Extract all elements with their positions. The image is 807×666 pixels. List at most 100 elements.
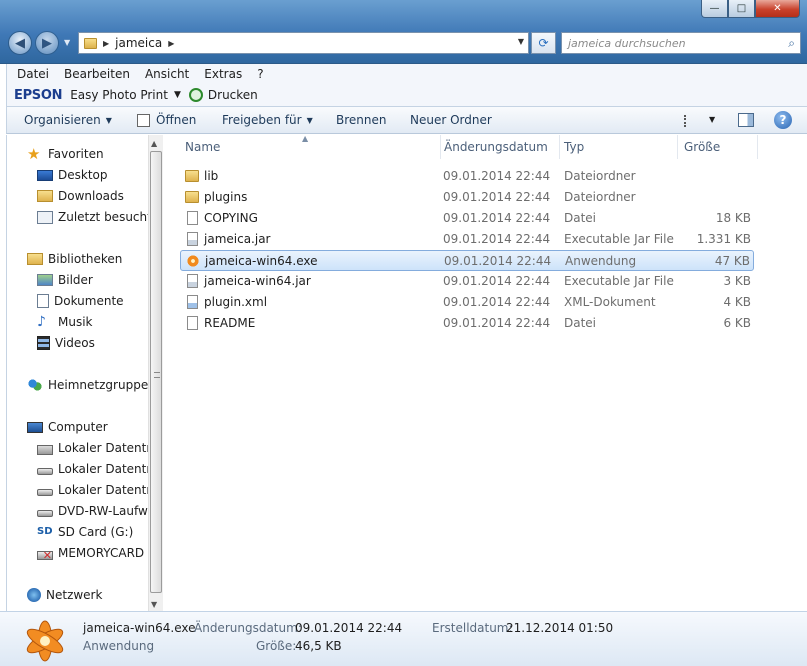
file-type: XML-Dokument xyxy=(564,295,656,309)
menu-ansicht[interactable]: Ansicht xyxy=(145,67,189,81)
nav-music[interactable]: ♪ Musik xyxy=(37,315,93,329)
nav-drive-system[interactable]: Lokaler Datenträ xyxy=(37,441,148,455)
printer-icon[interactable] xyxy=(188,88,203,102)
help-icon[interactable]: ? xyxy=(774,111,792,129)
file-name: lib xyxy=(204,169,219,183)
nav-memorycard-label: MEMORYCARD ( xyxy=(58,546,148,560)
breadcrumb-jameica[interactable]: jameica xyxy=(115,36,162,50)
file-type: Datei xyxy=(564,316,597,330)
nav-recent[interactable]: Zuletzt besucht xyxy=(37,210,148,224)
nav-pictures[interactable]: Bilder xyxy=(37,273,93,287)
search-icon[interactable]: ⌕ xyxy=(788,36,795,51)
file-row-plugin-xml[interactable]: plugin.xml 09.01.2014 22:44 XML-Dokument… xyxy=(180,292,754,313)
details-created-label: Erstelldatum: xyxy=(432,621,513,635)
recent-pages-dropdown[interactable]: ▼ xyxy=(64,38,70,47)
nav-documents-label: Dokumente xyxy=(54,294,124,308)
search-input[interactable]: jameica durchsuchen ⌕ xyxy=(561,32,801,54)
nav-memorycard[interactable]: ✕ MEMORYCARD ( xyxy=(37,546,148,561)
nav-sd-label: SD Card (G:) xyxy=(58,525,134,539)
window-controls: — □ ✕ xyxy=(701,0,800,18)
nav-homegroup[interactable]: Heimnetzgruppe xyxy=(27,378,148,392)
file-date: 09.01.2014 22:44 xyxy=(444,254,552,268)
nav-downloads[interactable]: Downloads xyxy=(37,189,124,203)
details-created-value: 21.12.2014 01:50 xyxy=(506,621,614,635)
refresh-button[interactable]: ⟳ xyxy=(531,32,556,54)
scrollbar-thumb[interactable] xyxy=(150,151,162,593)
open-window-icon xyxy=(137,113,150,127)
view-options-icon[interactable] xyxy=(684,115,700,127)
organize-button[interactable]: Organisieren ▼ xyxy=(24,113,112,127)
column-header-date[interactable]: Änderungsdatum xyxy=(438,135,560,159)
chevron-down-icon[interactable]: ▼ xyxy=(174,90,181,100)
nav-sd-card[interactable]: SD SD Card (G:) xyxy=(37,525,133,539)
back-button[interactable]: ◀ xyxy=(8,31,32,55)
nav-computer-label: Computer xyxy=(48,420,108,434)
scroll-down-icon[interactable]: ▼ xyxy=(151,600,157,609)
nav-recent-label: Zuletzt besucht xyxy=(58,210,148,224)
file-name: jameica-win64.jar xyxy=(204,274,311,288)
column-header-name[interactable]: Name xyxy=(179,135,441,159)
sd-card-icon: SD xyxy=(37,526,53,537)
address-bar[interactable]: ▶ jameica ▶ ▼ xyxy=(78,32,529,54)
nav-computer[interactable]: Computer xyxy=(27,420,108,434)
file-row-jameica-win64-exe[interactable]: jameica-win64.exe 09.01.2014 22:44 Anwen… xyxy=(180,250,754,271)
nav-libraries[interactable]: Bibliotheken xyxy=(27,252,122,266)
menu-bar: Datei Bearbeiten Ansicht Extras ? xyxy=(6,64,807,84)
file-size: 47 KB xyxy=(714,254,750,268)
nav-desktop[interactable]: Desktop xyxy=(37,168,108,182)
menu-bearbeiten[interactable]: Bearbeiten xyxy=(64,67,130,81)
nav-dvd-drive[interactable]: DVD-RW-Laufwe xyxy=(37,504,148,518)
file-row-readme[interactable]: README 09.01.2014 22:44 Datei 6 KB xyxy=(180,313,754,334)
column-header-size[interactable]: Größe xyxy=(678,135,758,159)
file-row-plugins[interactable]: plugins 09.01.2014 22:44 Dateiordner xyxy=(180,187,754,208)
minimize-button[interactable]: — xyxy=(701,0,728,18)
column-date-label: Änderungsdatum xyxy=(444,140,548,154)
easy-photo-print-button[interactable]: Easy Photo Print xyxy=(70,88,168,102)
desktop-icon xyxy=(37,169,53,181)
print-button[interactable]: Drucken xyxy=(208,88,258,102)
column-header-type[interactable]: Typ xyxy=(558,135,678,159)
file-name: plugins xyxy=(204,190,248,204)
details-file-type: Anwendung xyxy=(83,639,155,653)
column-name-label: Name xyxy=(185,140,221,154)
details-size-label: Größe: xyxy=(256,639,297,653)
xml-icon xyxy=(187,295,198,309)
nav-libraries-label: Bibliotheken xyxy=(48,252,123,266)
file-type: Executable Jar File xyxy=(564,274,674,288)
nav-scrollbar[interactable]: ▲ ▼ xyxy=(148,135,163,611)
menu-datei[interactable]: Datei xyxy=(17,67,49,81)
nav-drive-local-3[interactable]: Lokaler Datenträ xyxy=(37,483,148,497)
breadcrumb-arrow-icon[interactable]: ▶ xyxy=(103,39,109,48)
file-row-jameica-win64-jar[interactable]: jameica-win64.jar 09.01.2014 22:44 Execu… xyxy=(180,271,754,292)
preview-pane-icon[interactable] xyxy=(738,113,754,127)
maximize-button[interactable]: □ xyxy=(728,0,755,18)
command-bar: Organisieren ▼ Öffnen Freigeben für ▼ Bren… xyxy=(6,106,807,134)
open-button[interactable]: Öffnen xyxy=(137,113,196,127)
nav-videos[interactable]: Videos xyxy=(37,336,95,350)
new-folder-button[interactable]: Neuer Ordner xyxy=(410,113,492,127)
nav-videos-label: Videos xyxy=(55,336,95,350)
file-date: 09.01.2014 22:44 xyxy=(443,211,551,225)
address-dropdown-icon[interactable]: ▼ xyxy=(518,37,524,46)
file-row-lib[interactable]: lib 09.01.2014 22:44 Dateiordner xyxy=(180,166,754,187)
file-size: 3 KB xyxy=(723,274,751,288)
breadcrumb-arrow-icon[interactable]: ▶ xyxy=(168,39,174,48)
documents-icon xyxy=(37,294,49,308)
scroll-up-icon[interactable]: ▲ xyxy=(151,139,157,148)
nav-documents[interactable]: Dokumente xyxy=(37,294,124,308)
close-button[interactable]: ✕ xyxy=(755,0,800,18)
hard-drive-icon xyxy=(37,468,53,475)
nav-network[interactable]: Netzwerk xyxy=(27,588,102,602)
nav-favorites[interactable]: ★ Favoriten xyxy=(27,147,104,162)
file-row-jameica-jar[interactable]: jameica.jar 09.01.2014 22:44 Executable … xyxy=(180,229,754,250)
share-button[interactable]: Freigeben für ▼ xyxy=(222,113,313,127)
libraries-icon xyxy=(27,253,43,265)
file-row-copying[interactable]: COPYING 09.01.2014 22:44 Datei 18 KB xyxy=(180,208,754,229)
forward-button[interactable]: ▶ xyxy=(35,31,59,55)
menu-extras[interactable]: Extras xyxy=(204,67,242,81)
menu-help[interactable]: ? xyxy=(257,67,263,81)
chevron-down-icon[interactable]: ▼ xyxy=(709,115,715,124)
burn-button[interactable]: Brennen xyxy=(336,113,386,127)
nav-drive-local-2[interactable]: Lokaler Datenträ xyxy=(37,462,148,476)
downloads-folder-icon xyxy=(37,190,53,202)
